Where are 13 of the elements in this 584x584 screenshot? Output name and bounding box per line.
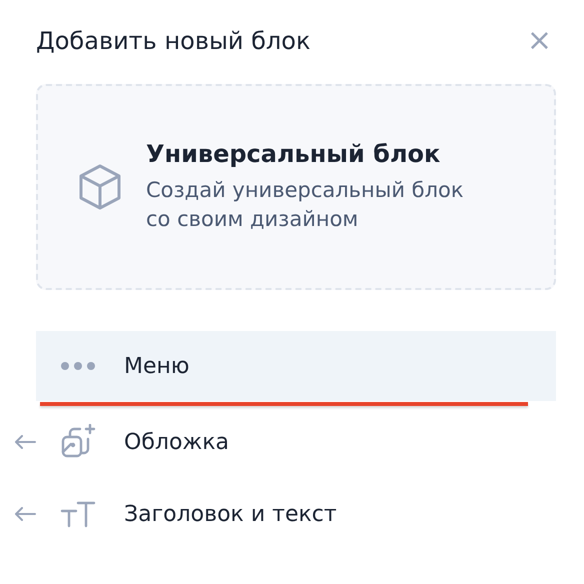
text-size-icon xyxy=(60,500,96,528)
universal-block-card[interactable]: Универсальный блок Создай универсальный блок со своим дизайном xyxy=(36,84,556,290)
block-list-item[interactable]: Обложка xyxy=(36,407,556,477)
dots-icon xyxy=(60,361,96,371)
left-arrow-icon xyxy=(14,507,36,521)
panel-title: Добавить новый блок xyxy=(36,27,310,55)
card-description: Создай универсальный блок со своим дизайном xyxy=(146,176,465,233)
card-title: Универсальный блок xyxy=(146,140,442,168)
stacked-squares-icon xyxy=(60,424,96,460)
cube-icon xyxy=(78,164,122,210)
block-list-item[interactable]: Меню xyxy=(36,331,556,401)
block-list-item[interactable]: Заголовок и текст xyxy=(36,479,556,549)
left-arrow-icon xyxy=(14,435,36,449)
